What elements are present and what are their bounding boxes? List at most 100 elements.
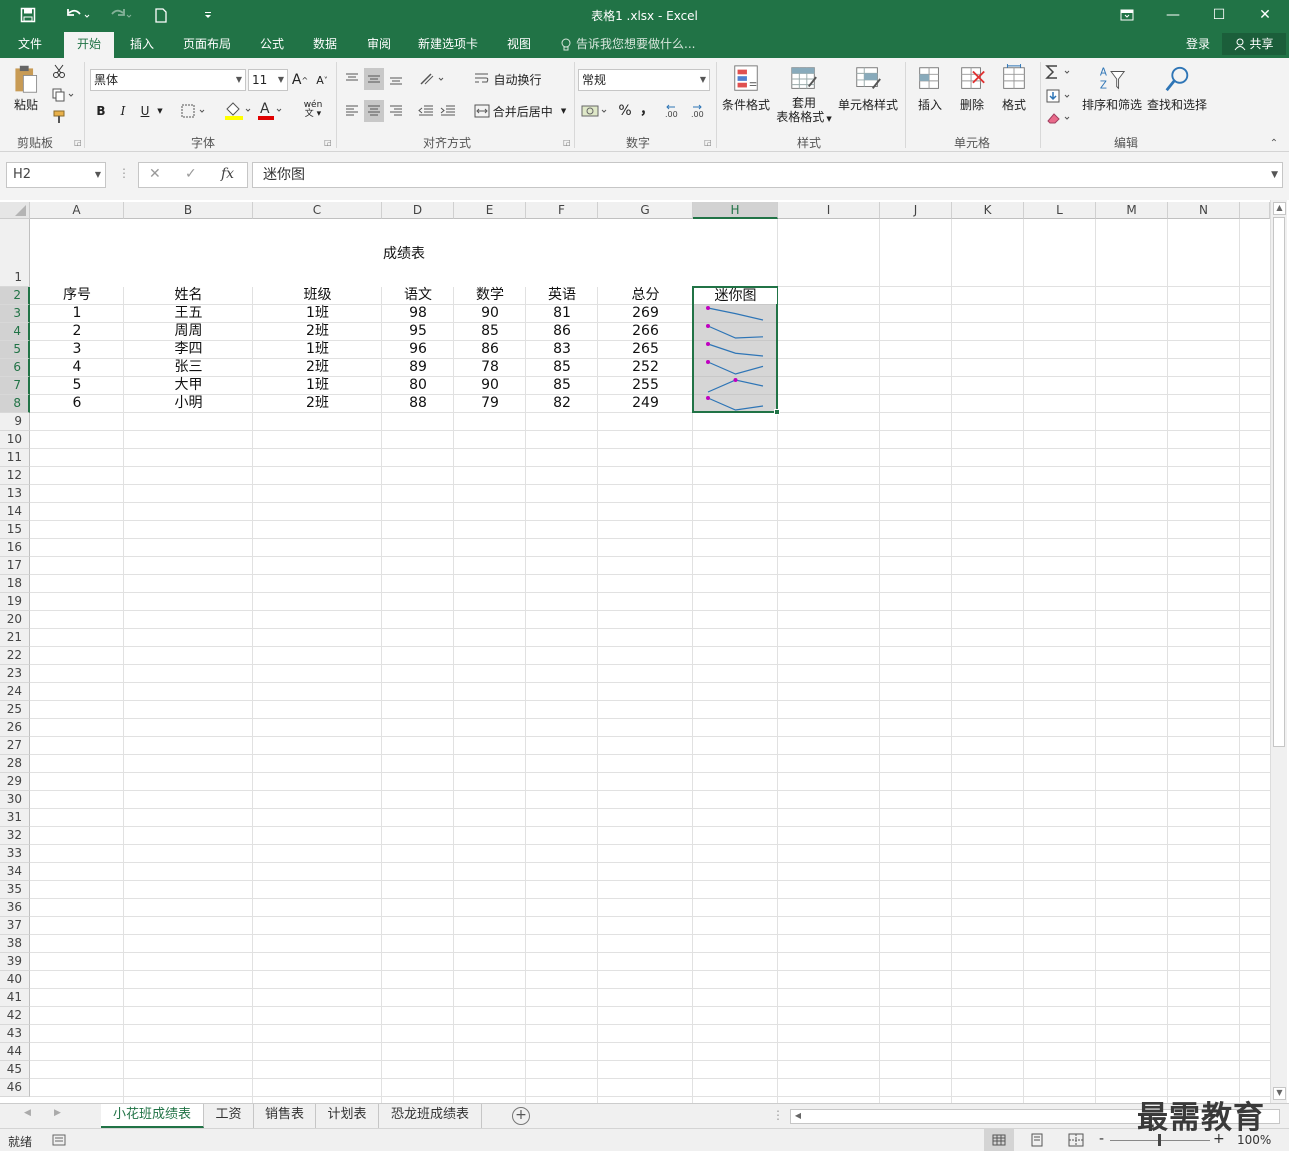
insert-cells-button[interactable]: 插入 — [910, 64, 950, 113]
increase-indent-icon[interactable] — [438, 100, 458, 122]
align-right-icon[interactable] — [386, 100, 406, 122]
fill-handle[interactable] — [774, 409, 780, 415]
close-button[interactable]: ✕ — [1242, 0, 1288, 30]
sheet-tab-sales[interactable]: 销售表 — [254, 1104, 316, 1128]
splitter-icon[interactable]: ⋮ — [118, 166, 130, 180]
sign-in-link[interactable]: 登录 — [1186, 30, 1210, 58]
sheet-tab-salary[interactable]: 工资 — [204, 1104, 254, 1128]
tell-me-box[interactable]: 告诉我您想要做什么... — [560, 30, 695, 58]
tab-formulas[interactable]: 公式 — [250, 30, 294, 58]
merge-center-button[interactable]: 合并后居中 ▼ — [470, 100, 570, 122]
scroll-down-icon[interactable]: ▼ — [1273, 1087, 1286, 1100]
number-format-select[interactable]: 常规 ▼ — [578, 69, 710, 91]
underline-dropdown-icon[interactable]: ▼ — [154, 101, 166, 121]
tab-splitter-icon[interactable]: ⋮ — [772, 1108, 784, 1122]
align-center-icon[interactable] — [364, 100, 384, 122]
wrap-text-button[interactable]: 自动换行 — [470, 68, 546, 90]
next-sheet-icon[interactable]: ▶ — [54, 1108, 61, 1118]
fill-color-icon[interactable] — [222, 98, 254, 122]
font-color-icon[interactable]: A — [256, 98, 286, 122]
tab-file[interactable]: 文件 — [4, 30, 56, 58]
sort-filter-button[interactable]: AZ 排序和筛选 — [1080, 64, 1144, 113]
tab-new-tab[interactable]: 新建选项卡 — [410, 30, 486, 58]
copy-icon[interactable] — [50, 86, 78, 104]
status-bar: 就绪 - + 100% — [0, 1128, 1289, 1151]
align-bottom-icon[interactable] — [386, 68, 406, 90]
font-size-select[interactable]: 11 ▼ — [248, 69, 288, 91]
align-top-icon[interactable] — [342, 68, 362, 90]
scroll-up-icon[interactable]: ▲ — [1273, 202, 1286, 215]
percent-style-button[interactable]: % — [616, 100, 634, 122]
font-launcher-icon[interactable]: ◲ — [324, 138, 332, 147]
phonetic-guide-button[interactable]: wén 文 ▾ — [298, 98, 328, 122]
cell-styles-button[interactable]: 单元格样式 — [836, 64, 900, 113]
minimize-button[interactable]: — — [1150, 0, 1196, 30]
svg-text:A: A — [1100, 66, 1107, 78]
clear-icon[interactable] — [1044, 108, 1076, 128]
vertical-scrollbar[interactable]: ▲ ▼ — [1270, 200, 1287, 1103]
sheet-tab-xiaohua[interactable]: 小花班成绩表 — [101, 1104, 204, 1128]
orientation-icon[interactable] — [418, 68, 448, 90]
italic-button[interactable]: I — [114, 101, 132, 121]
svg-text:.00: .00 — [691, 110, 704, 119]
format-as-table-button[interactable]: 套用 表格格式 ▼ — [774, 64, 834, 126]
conditional-formatting-button[interactable]: 条件格式 — [719, 64, 773, 113]
sheet-tab-plan[interactable]: 计划表 — [316, 1104, 379, 1128]
format-cells-button[interactable]: 格式 — [994, 64, 1034, 113]
decrease-indent-icon[interactable] — [416, 100, 436, 122]
borders-icon[interactable] — [180, 101, 208, 121]
accounting-format-icon[interactable] — [580, 100, 610, 122]
zoom-out-button[interactable]: - — [1099, 1131, 1104, 1147]
collapse-ribbon-icon[interactable]: ⌃ — [1266, 136, 1282, 150]
number-launcher-icon[interactable]: ◲ — [704, 138, 712, 147]
clipboard-launcher-icon[interactable]: ◲ — [74, 138, 82, 147]
insert-cells-icon — [919, 67, 939, 89]
align-left-icon[interactable] — [342, 100, 362, 122]
alignment-launcher-icon[interactable]: ◲ — [563, 138, 571, 147]
share-button[interactable]: 共享 — [1222, 33, 1286, 55]
paste-button[interactable]: 粘贴 — [8, 64, 44, 113]
tab-review[interactable]: 审阅 — [356, 30, 402, 58]
vertical-scroll-thumb[interactable] — [1273, 217, 1285, 747]
prev-sheet-icon[interactable]: ◀ — [24, 1108, 31, 1118]
cut-icon[interactable] — [50, 62, 68, 80]
sparkline-row-1 — [707, 307, 764, 321]
page-break-view-icon[interactable] — [1068, 1133, 1084, 1147]
tab-view[interactable]: 视图 — [496, 30, 542, 58]
maximize-button[interactable]: ☐ — [1196, 0, 1242, 30]
delete-cells-button[interactable]: 删除 — [952, 64, 992, 113]
tab-data[interactable]: 数据 — [302, 30, 348, 58]
comma-style-button[interactable]: ， — [638, 98, 656, 120]
macro-record-icon[interactable] — [52, 1134, 66, 1146]
decrease-font-size-button[interactable]: A ˅ — [314, 70, 330, 90]
cancel-icon[interactable]: ✕ — [149, 166, 161, 182]
increase-decimal-icon[interactable]: .00 — [664, 100, 688, 122]
add-sheet-button[interactable]: + — [512, 1107, 530, 1125]
sparkline-high-point — [706, 396, 710, 400]
tab-page-layout[interactable]: 页面布局 — [172, 30, 242, 58]
font-name-select[interactable]: 黑体 ▼ — [90, 69, 246, 91]
increase-font-size-button[interactable]: A ^ — [292, 70, 308, 90]
normal-view-icon[interactable] — [984, 1129, 1014, 1151]
underline-button[interactable]: U — [136, 101, 154, 121]
sheet-tab-dinosaur[interactable]: 恐龙班成绩表 — [379, 1104, 482, 1128]
worksheet-grid[interactable]: ABCDEFGHIJKLMN 1 2 3 4 5 6 7 8 9 10 11 12 13 14 15 16 17… — [0, 200, 1289, 1103]
fill-icon[interactable] — [1044, 86, 1076, 106]
insert-function-icon[interactable]: fx — [221, 166, 234, 182]
header-cell[interactable]: 迷你图 — [694, 288, 777, 304]
scroll-left-icon[interactable]: ◀ — [792, 1111, 804, 1122]
magnifier-icon — [1165, 66, 1189, 92]
decrease-decimal-icon[interactable]: .00 — [690, 100, 714, 122]
formula-input[interactable]: 迷你图 ▼ — [252, 162, 1283, 188]
align-middle-icon[interactable] — [364, 68, 384, 90]
ribbon-display-options-button[interactable] — [1104, 0, 1150, 30]
autosum-icon[interactable] — [1044, 62, 1076, 82]
tab-insert[interactable]: 插入 — [118, 30, 166, 58]
name-box[interactable]: H2 ▼ — [6, 162, 106, 188]
tab-home[interactable]: 开始 — [64, 32, 114, 58]
enter-icon[interactable]: ✓ — [185, 166, 197, 182]
bold-button[interactable]: B — [92, 101, 110, 121]
page-layout-view-icon[interactable] — [1030, 1133, 1044, 1147]
format-painter-icon[interactable] — [50, 108, 68, 126]
find-select-button[interactable]: 查找和选择 — [1146, 64, 1208, 113]
